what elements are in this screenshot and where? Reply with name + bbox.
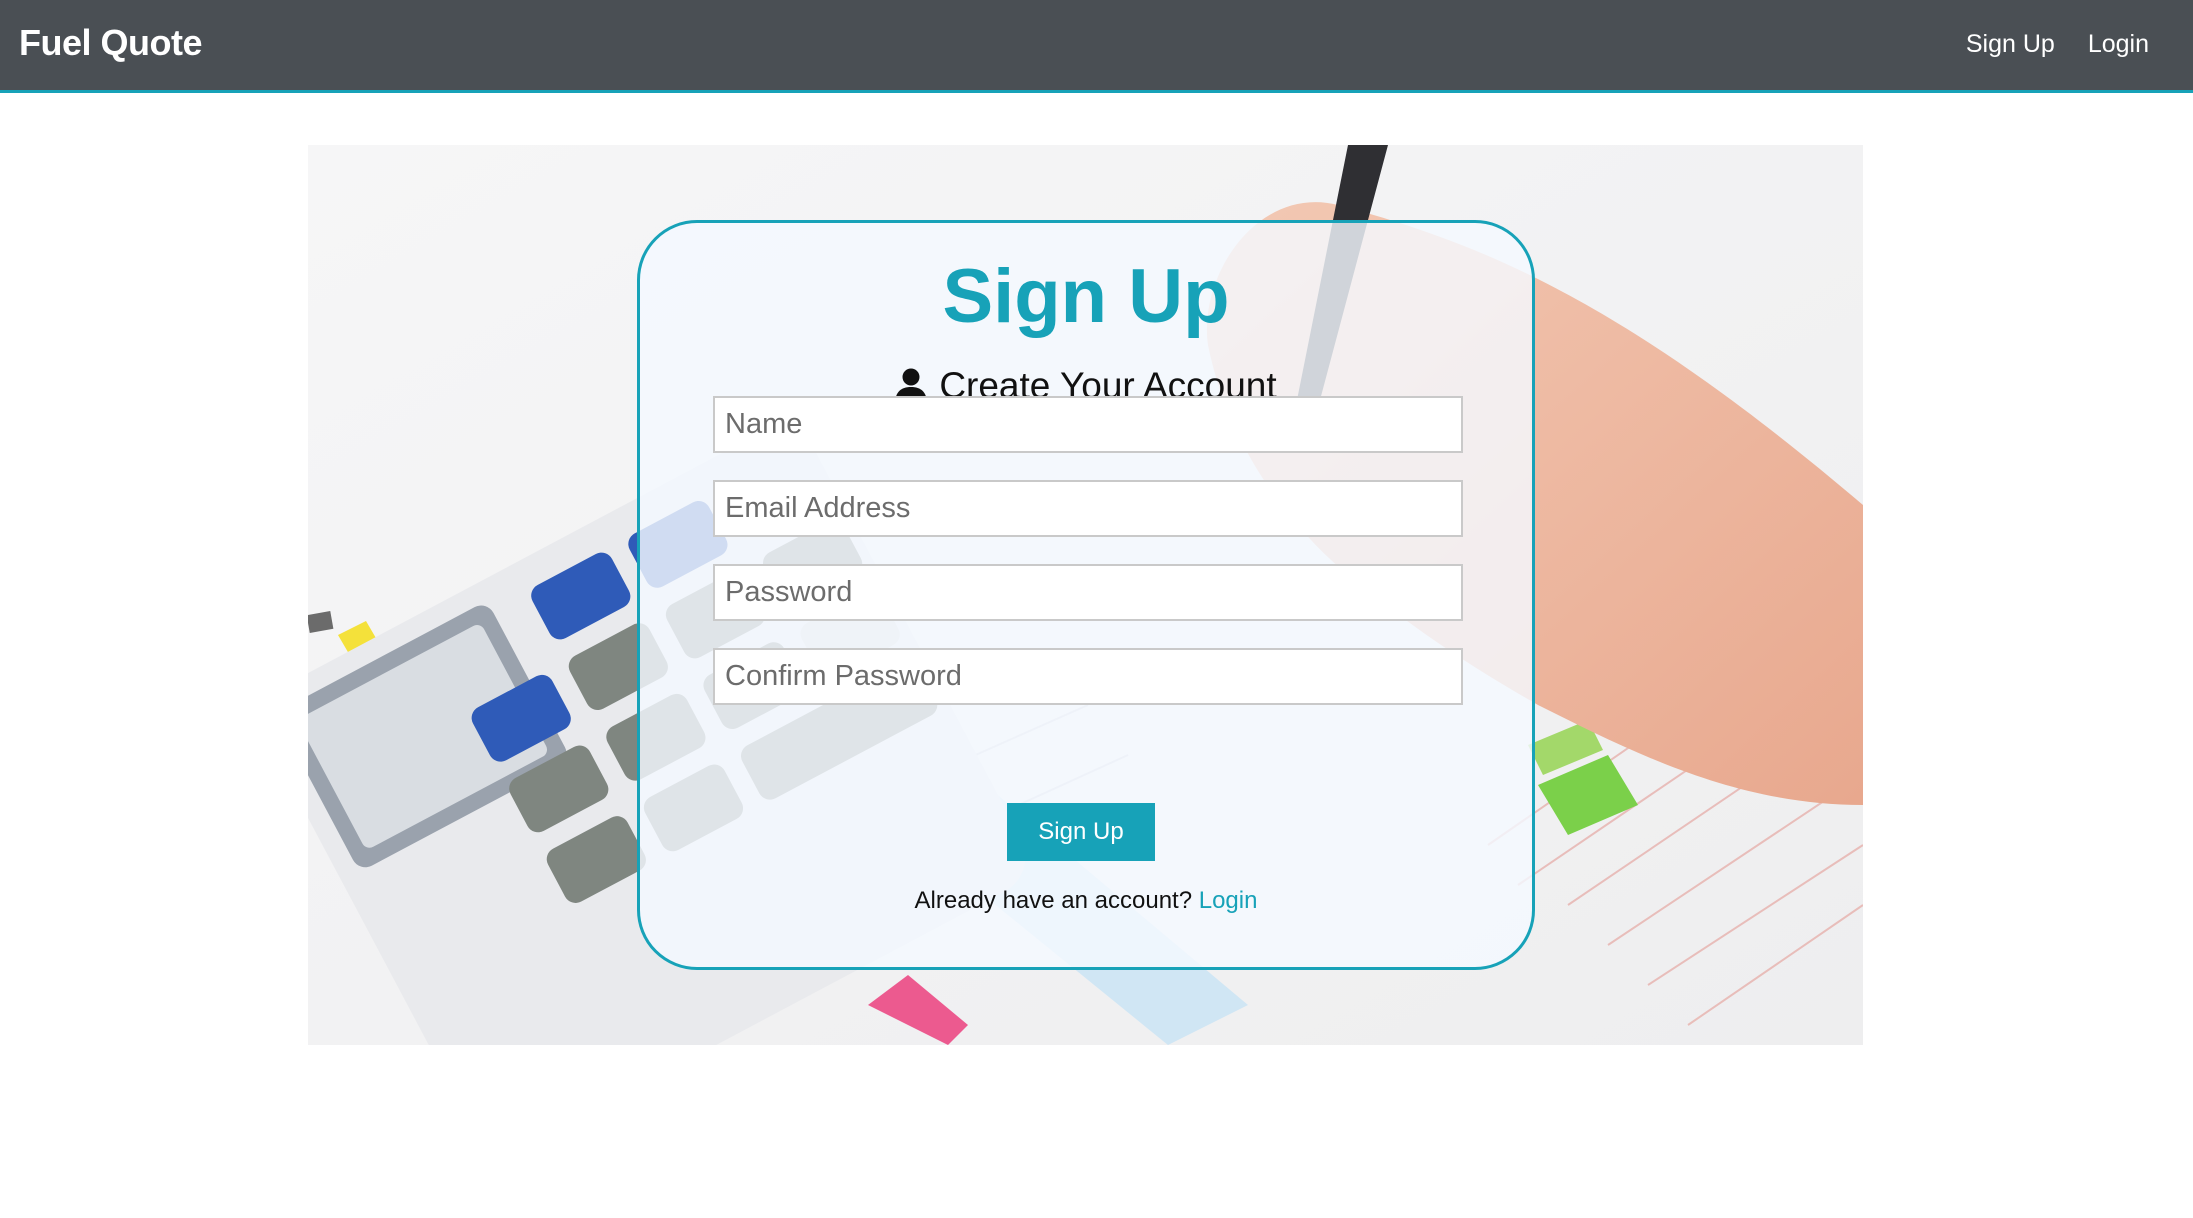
nav-signup-link[interactable]: Sign Up xyxy=(1966,30,2055,59)
email-input[interactable] xyxy=(713,480,1463,537)
name-input[interactable] xyxy=(713,396,1463,453)
login-prompt-text: Already have an account? xyxy=(914,887,1193,914)
login-link[interactable]: Login xyxy=(1199,887,1258,914)
nav-links: Sign Up Login xyxy=(1966,30,2149,59)
password-input[interactable] xyxy=(713,564,1463,621)
navbar: Fuel Quote Sign Up Login xyxy=(0,0,2193,93)
signup-card: Sign Up Create Your Account Sign Up Alre… xyxy=(637,220,1535,970)
login-prompt: Already have an account? Login xyxy=(640,887,1532,915)
confirm-password-input[interactable] xyxy=(713,648,1463,705)
brand-logo[interactable]: Fuel Quote xyxy=(19,22,203,64)
nav-login-link[interactable]: Login xyxy=(2088,30,2149,59)
page-title: Sign Up xyxy=(942,254,1230,339)
signup-submit-button[interactable]: Sign Up xyxy=(1007,803,1155,861)
